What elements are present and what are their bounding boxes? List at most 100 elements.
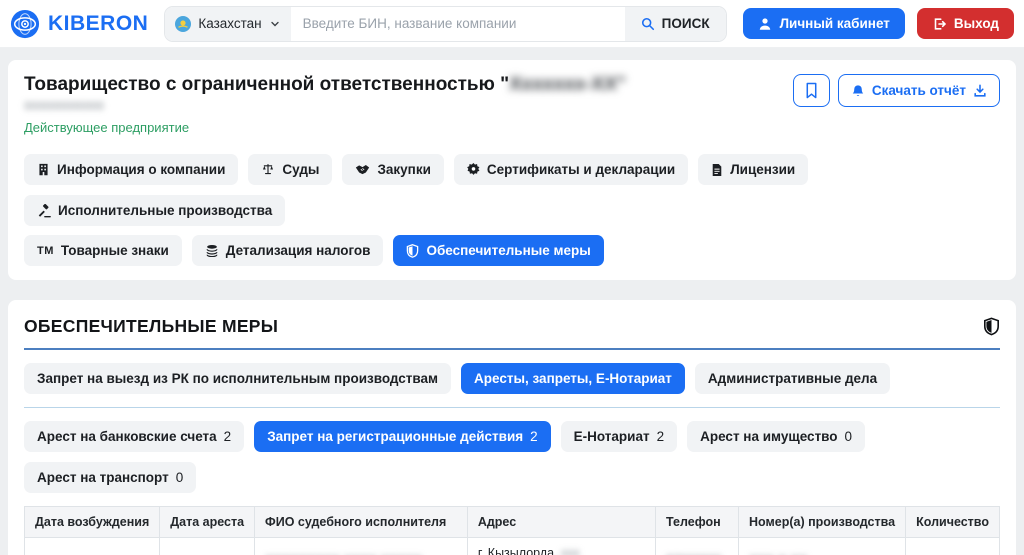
col-address: Адрес: [467, 507, 655, 538]
logo-text: KIBERON: [48, 12, 148, 36]
section-title: ОБЕСПЕЧИТЕЛЬНЫЕ МЕРЫ: [24, 316, 278, 337]
bookmark-icon: [804, 82, 819, 99]
subtab-label: Аресты, запреты, Е-Нотариат: [474, 371, 672, 386]
company-title: Товарищество с ограниченной ответственно…: [24, 74, 626, 96]
account-button-label: Личный кабинет: [780, 16, 890, 31]
tab-company-info[interactable]: Информация о компании: [24, 154, 238, 185]
tab-label: Товарные знаки: [61, 243, 169, 258]
subtab-administrative-cases[interactable]: Административные дела: [695, 363, 890, 394]
col-date-arrest: Дата ареста: [160, 507, 255, 538]
cell-date-opened: 27.03.2026: [25, 538, 160, 555]
chevron-down-icon: [269, 18, 281, 30]
subtab-count: 0: [845, 429, 853, 444]
subtabs-secondary: Арест на банковские счета 2 Запрет на ре…: [24, 421, 1000, 493]
scales-icon: [261, 163, 275, 176]
download-report-button[interactable]: Скачать отчёт: [838, 74, 1000, 107]
cell-case-numbers: XXX-X-XX: [739, 538, 906, 555]
tab-enforcement[interactable]: Исполнительные производства: [24, 195, 285, 226]
section-divider: [24, 348, 1000, 350]
subtab-transport-arrest[interactable]: Арест на транспорт 0: [24, 462, 196, 493]
kiberon-logo-icon: [10, 9, 40, 39]
company-title-text: Товарищество с ограниченной ответственно…: [24, 74, 509, 95]
trademark-icon: ТМ: [37, 245, 54, 257]
coins-icon: [205, 244, 219, 257]
tab-label: Информация о компании: [57, 162, 225, 177]
subtabs-divider: [24, 407, 1000, 408]
col-count: Количество: [906, 507, 1000, 538]
subtabs-primary: Запрет на выезд из РК по исполнительным …: [24, 363, 1000, 394]
company-card: Товарищество с ограниченной ответственно…: [8, 60, 1016, 280]
shield-icon: [406, 244, 419, 258]
col-executor: ФИО судебного исполнителя: [255, 507, 468, 538]
tab-licenses[interactable]: Лицензии: [698, 154, 808, 185]
handshake-icon: [355, 164, 370, 176]
company-status: Действующее предприятие: [24, 120, 626, 135]
logout-button[interactable]: Выход: [917, 8, 1014, 39]
topbar-actions: Личный кабинет Выход: [743, 8, 1014, 39]
top-bar: KIBERON Казахстан П: [0, 0, 1024, 48]
subtab-property-arrest[interactable]: Арест на имущество 0: [687, 421, 865, 452]
cell-count: 1: [906, 538, 1000, 555]
col-case-numbers: Номер(а) производства: [739, 507, 906, 538]
document-icon: [711, 163, 723, 177]
interim-measures-card: ОБЕСПЕЧИТЕЛЬНЫЕ МЕРЫ Запрет на выезд из …: [8, 300, 1016, 555]
tab-tax-details[interactable]: Детализация налогов: [192, 235, 384, 266]
col-date-opened: Дата возбуждения: [25, 507, 160, 538]
cell-address: г. Кызылорда, xxx Xxxxxxxxxx xx. XX: [467, 538, 655, 555]
subtab-label: Е-Нотариат: [574, 429, 650, 444]
company-bin-redacted: 000000000000: [24, 99, 626, 113]
tab-label: Детализация налогов: [226, 243, 371, 258]
cell-phone: 87000000: [656, 538, 739, 555]
subtab-count: 2: [224, 429, 232, 444]
bell-icon: [851, 84, 865, 98]
tab-label: Сертификаты и декларации: [487, 162, 675, 177]
subtab-arrests-enotariat[interactable]: Аресты, запреты, Е-Нотариат: [461, 363, 685, 394]
search-input[interactable]: [291, 7, 625, 41]
subtab-count: 2: [530, 429, 538, 444]
subtab-count: 2: [657, 429, 665, 444]
company-heading: Товарищество с ограниченной ответственно…: [24, 74, 626, 145]
company-tabs-row-1: Информация о компании Суды Закупки: [24, 154, 1000, 226]
tab-procurement[interactable]: Закупки: [342, 154, 443, 185]
table-header-row: Дата возбуждения Дата ареста ФИО судебно…: [25, 507, 1000, 538]
account-button[interactable]: Личный кабинет: [743, 8, 905, 39]
company-title-redacted: Xxxxxxx-XX": [509, 74, 626, 95]
user-icon: [758, 17, 772, 31]
download-icon: [973, 84, 987, 98]
download-report-label: Скачать отчёт: [872, 83, 966, 98]
certificate-badge-icon: [467, 163, 480, 176]
country-select-value: Казахстан: [198, 16, 261, 31]
tab-certificates[interactable]: Сертификаты и декларации: [454, 154, 688, 185]
company-actions: Скачать отчёт: [793, 74, 1000, 107]
tab-label: Суды: [282, 162, 319, 177]
subtab-travel-ban[interactable]: Запрет на выезд из РК по исполнительным …: [24, 363, 451, 394]
subtab-label: Арест на имущество: [700, 429, 837, 444]
building-icon: [37, 163, 50, 176]
subtab-bank-account-arrest[interactable]: Арест на банковские счета 2: [24, 421, 244, 452]
company-tabs-row-2: ТМ Товарные знаки Детализация налогов Об…: [24, 235, 1000, 266]
subtab-enotariat[interactable]: Е-Нотариат 2: [561, 421, 677, 452]
search-button-label: ПОИСК: [662, 16, 710, 31]
tab-courts[interactable]: Суды: [248, 154, 332, 185]
subtab-registration-ban[interactable]: Запрет на регистрационные действия 2: [254, 421, 550, 452]
search-button[interactable]: ПОИСК: [625, 7, 726, 41]
subtab-count: 0: [176, 470, 184, 485]
gavel-icon: [37, 204, 51, 218]
tab-interim-measures[interactable]: Обеспечительные меры: [393, 235, 603, 266]
country-select[interactable]: Казахстан: [165, 7, 290, 41]
bookmark-button[interactable]: [793, 74, 830, 107]
tab-label: Исполнительные производства: [58, 203, 272, 218]
subtab-label: Административные дела: [708, 371, 877, 386]
subtab-label: Запрет на регистрационные действия: [267, 429, 523, 444]
address-visible: г. Кызылорда: [478, 546, 554, 555]
logout-icon: [932, 17, 946, 31]
tab-trademarks[interactable]: ТМ Товарные знаки: [24, 235, 182, 266]
kazakhstan-flag-icon: [175, 16, 191, 32]
kiberon-logo[interactable]: KIBERON: [10, 9, 148, 39]
table-row: 27.03.2026 27.03.2026 XXXXXXXXX XXXX XXX…: [25, 538, 1000, 555]
tab-label: Обеспечительные меры: [426, 243, 590, 258]
search-group: Казахстан ПОИСК: [164, 6, 726, 42]
col-phone: Телефон: [656, 507, 739, 538]
search-icon: [641, 17, 655, 31]
cell-executor: XXXXXXXXX XXXX XXXXX: [255, 538, 468, 555]
